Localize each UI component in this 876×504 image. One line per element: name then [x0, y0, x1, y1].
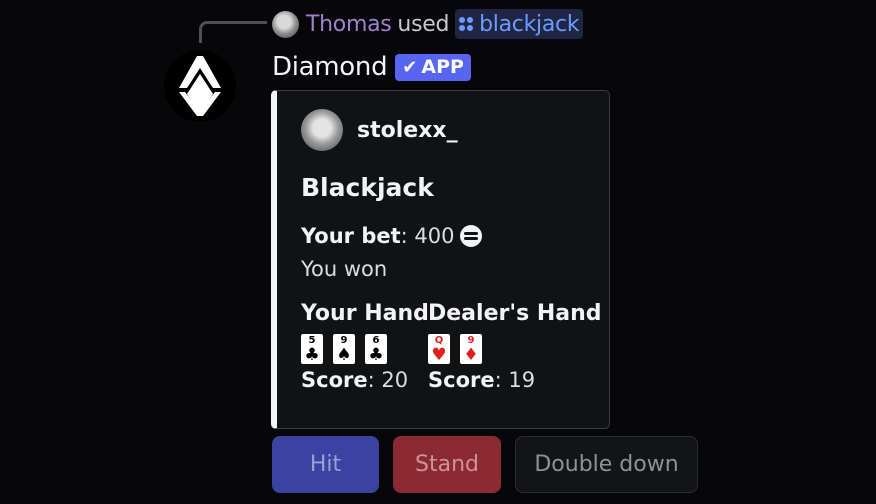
reply-connector-line — [199, 21, 267, 43]
embed-author-name: stolexx_ — [357, 117, 458, 143]
card-suit-icon: ♣ — [304, 345, 320, 365]
bot-name[interactable]: Diamond — [272, 52, 388, 82]
playing-card: Q ♥ — [428, 334, 450, 364]
dealer-cards: Q ♥ 9 ♦ — [428, 334, 602, 364]
message-header: Diamond ✔ APP — [272, 50, 471, 84]
app-badge: ✔ APP — [395, 53, 471, 81]
card-suit-icon: ♠ — [336, 345, 352, 365]
diamond-logo-icon — [179, 56, 221, 116]
bot-avatar[interactable] — [164, 50, 236, 122]
bet-value: : 400 — [400, 224, 455, 248]
dealer-score: Score: 19 — [428, 368, 602, 392]
card-suit-icon: ♦ — [463, 345, 479, 365]
interaction-reply: Thomas used blackjack — [272, 8, 584, 40]
interaction-action-text: used — [397, 11, 450, 37]
checkmark-icon: ✔ — [402, 56, 418, 78]
playing-card: 9 ♠ — [333, 334, 355, 364]
user-avatar[interactable] — [272, 10, 299, 38]
player-hand-heading: Your Hand — [301, 301, 429, 326]
coins-icon — [460, 225, 483, 247]
card-suit-icon: ♥ — [431, 345, 447, 365]
embed-title: Blackjack — [301, 173, 434, 202]
dealer-score-value: : 19 — [494, 368, 536, 392]
dealer-hand-heading: Dealer's Hand — [428, 301, 602, 326]
player-hand: Your Hand 5 ♣ 9 ♠ 6 ♣ Score: 20 — [301, 301, 429, 392]
playing-card: 6 ♣ — [365, 334, 387, 364]
command-mention[interactable]: blackjack — [455, 9, 584, 39]
player-score-value: : 20 — [367, 368, 409, 392]
stand-button[interactable]: Stand — [393, 436, 501, 493]
player-score: Score: 20 — [301, 368, 429, 392]
playing-card: 9 ♦ — [460, 334, 482, 364]
slash-command-icon — [459, 17, 474, 31]
playing-card: 5 ♣ — [301, 334, 323, 364]
command-name: blackjack — [479, 11, 580, 37]
hit-button[interactable]: Hit — [272, 436, 379, 493]
app-badge-label: APP — [421, 56, 464, 78]
blackjack-embed: stolexx_ Blackjack Your bet : 400 You wo… — [271, 90, 610, 429]
game-result: You won — [301, 257, 388, 281]
embed-author: stolexx_ — [301, 109, 458, 151]
double-down-button[interactable]: Double down — [515, 436, 698, 493]
player-cards: 5 ♣ 9 ♠ 6 ♣ — [301, 334, 429, 364]
dealer-score-label: Score — [428, 368, 495, 392]
bet-label: Your bet — [301, 224, 401, 248]
embed-author-avatar — [301, 109, 343, 151]
dealer-hand: Dealer's Hand Q ♥ 9 ♦ Score: 19 — [428, 301, 602, 392]
bet-line: Your bet : 400 — [301, 224, 483, 248]
interaction-username[interactable]: Thomas — [306, 12, 392, 37]
player-score-label: Score — [301, 368, 368, 392]
card-suit-icon: ♣ — [368, 345, 384, 365]
